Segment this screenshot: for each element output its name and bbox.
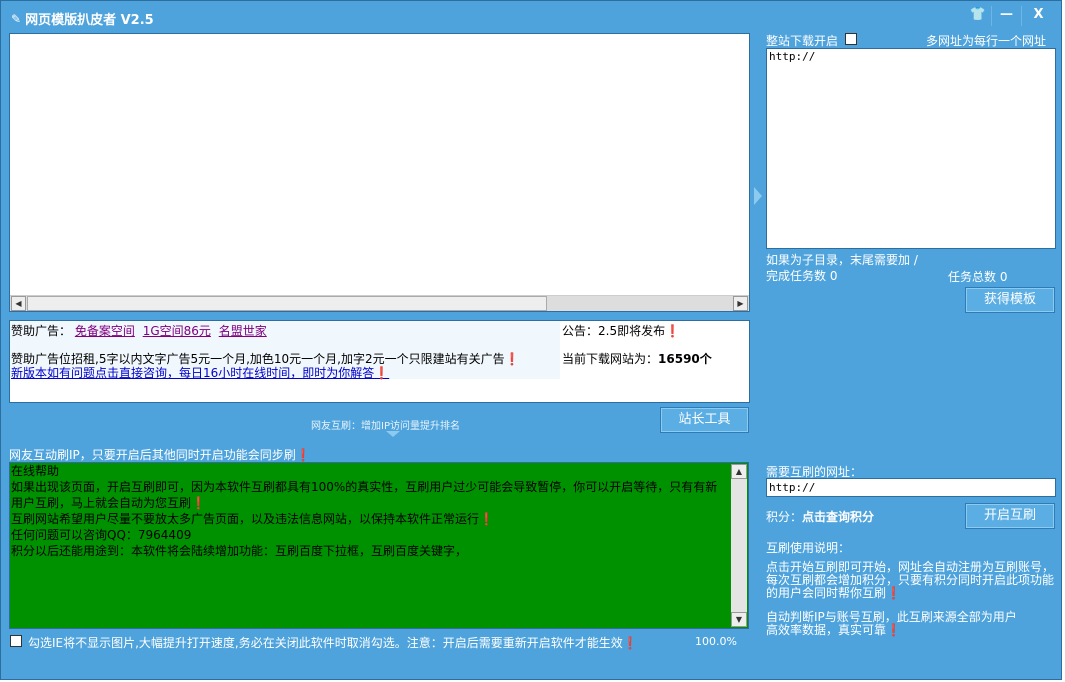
ad-link[interactable]: 名盟世家 [219,324,267,338]
close-button[interactable]: X [1021,6,1055,26]
urls-textarea[interactable]: http:// [766,48,1056,249]
multi-url-hint: 多网址为每行一个网址 [925,34,1046,48]
instructions-text: 自动判断IP与账号互刷，此互刷来源全部为用户高效率数据，真实可靠❗ [766,610,1017,637]
title-bar: ✎ 网页模版扒皮者 V2.5 [11,9,154,29]
scroll-left-button[interactable]: ◀ [11,296,26,311]
mutual-hint: 网友互动刷IP，只要开启后其他同时开启功能会同步刷❗ [9,448,311,462]
scroll-down-button[interactable]: ▼ [731,612,747,627]
minimize-button[interactable]: — [991,6,1021,26]
help-line: 积分以后还能用途到：本软件将会陆续增加功能：互刷百度下拉框，互刷百度关键字， [11,544,468,558]
webmaster-tools-button[interactable]: 站长工具 [660,407,749,433]
download-count-label: 当前下载网站为： [562,352,659,366]
web-browser-view[interactable]: ◀ ▶ [9,33,750,312]
scroll-up-button[interactable]: ▲ [731,464,747,479]
mutual-url-input[interactable]: http:// [766,478,1056,497]
help-line: 互刷网站希望用户尽量不要放太多广告页面，以及违法信息网站，以保持本软件正常运行❗ [11,512,494,526]
sponsor-label: 赞助广告： [11,324,72,338]
expand-arrow-icon[interactable] [754,187,762,205]
done-label: 完成任务数 [766,269,827,283]
zoom-level: 100.0% [695,635,737,648]
app-window: ✎ 网页模版扒皮者 V2.5 👕 — X ◀ ▶ 赞助广告： 免备案空间 1G空… [0,0,1062,680]
start-mutual-button[interactable]: 开启互刷 [965,503,1055,529]
whole-site-label: 整站下载开启 [766,34,839,48]
help-line: 在线帮助 [11,464,60,478]
notice-text: 公告：2.5即将发布❗ [562,324,681,338]
download-count: 16590个 [658,352,712,366]
whole-site-checkbox[interactable] [845,33,857,45]
vertical-scrollbar[interactable]: ▲ ▼ [731,464,747,627]
window-title: 网页模版扒皮者 V2.5 [25,13,154,28]
query-points-link[interactable]: 点击查询积分 [802,510,874,524]
ad-panel: 赞助广告： 免备案空间 1G空间86元 名盟世家 赞助广告位招租,5字以内文字广… [9,320,750,403]
promo-caption: 网友互刷：增加IP访问量提升排名 [311,421,460,432]
help-line: 任何问题可以咨询QQ：7964409 [11,528,192,542]
subdir-hint: 如果为子目录，末尾需要加 / [766,253,918,267]
ad-link[interactable]: 免备案空间 [75,324,135,338]
help-line: 如果出现该页面，开启互刷即可，因为本软件互刷都具有100%的真实性，互刷用户过少… [11,480,718,510]
app-logo-icon: ✎ [11,11,22,26]
get-template-button[interactable]: 获得模板 [965,287,1055,313]
points-label: 积分： [766,510,803,524]
instructions-title: 互刷使用说明： [766,541,851,555]
scroll-thumb[interactable] [27,296,547,311]
no-images-checkbox[interactable] [10,635,22,647]
horizontal-scrollbar[interactable]: ◀ ▶ [10,295,749,311]
scroll-right-button[interactable]: ▶ [733,296,748,311]
done-count: 0 [829,269,838,283]
consult-link[interactable]: 新版本如有问题点击直接咨询，每日16小时在线时间，即时为你解答❗ [11,364,389,381]
instructions-text: 点击开始互刷即可开始，网址会自动注册为互刷账号，每次互刷都会增加积分，只要有积分… [766,560,1055,600]
caption-arrow-icon [386,431,400,437]
help-text-area[interactable]: 在线帮助 如果出现该页面，开启互刷即可，因为本软件互刷都具有100%的真实性，互… [9,462,749,629]
skin-button[interactable]: 👕 [965,6,991,26]
total-label: 任务总数 [948,270,997,284]
no-images-label: 勾选IE将不显示图片,大幅提升打开速度,务必在关闭此软件时取消勾选。注意：开启后… [28,636,638,650]
ad-link[interactable]: 1G空间86元 [143,324,211,338]
total-count: 0 [999,270,1008,284]
